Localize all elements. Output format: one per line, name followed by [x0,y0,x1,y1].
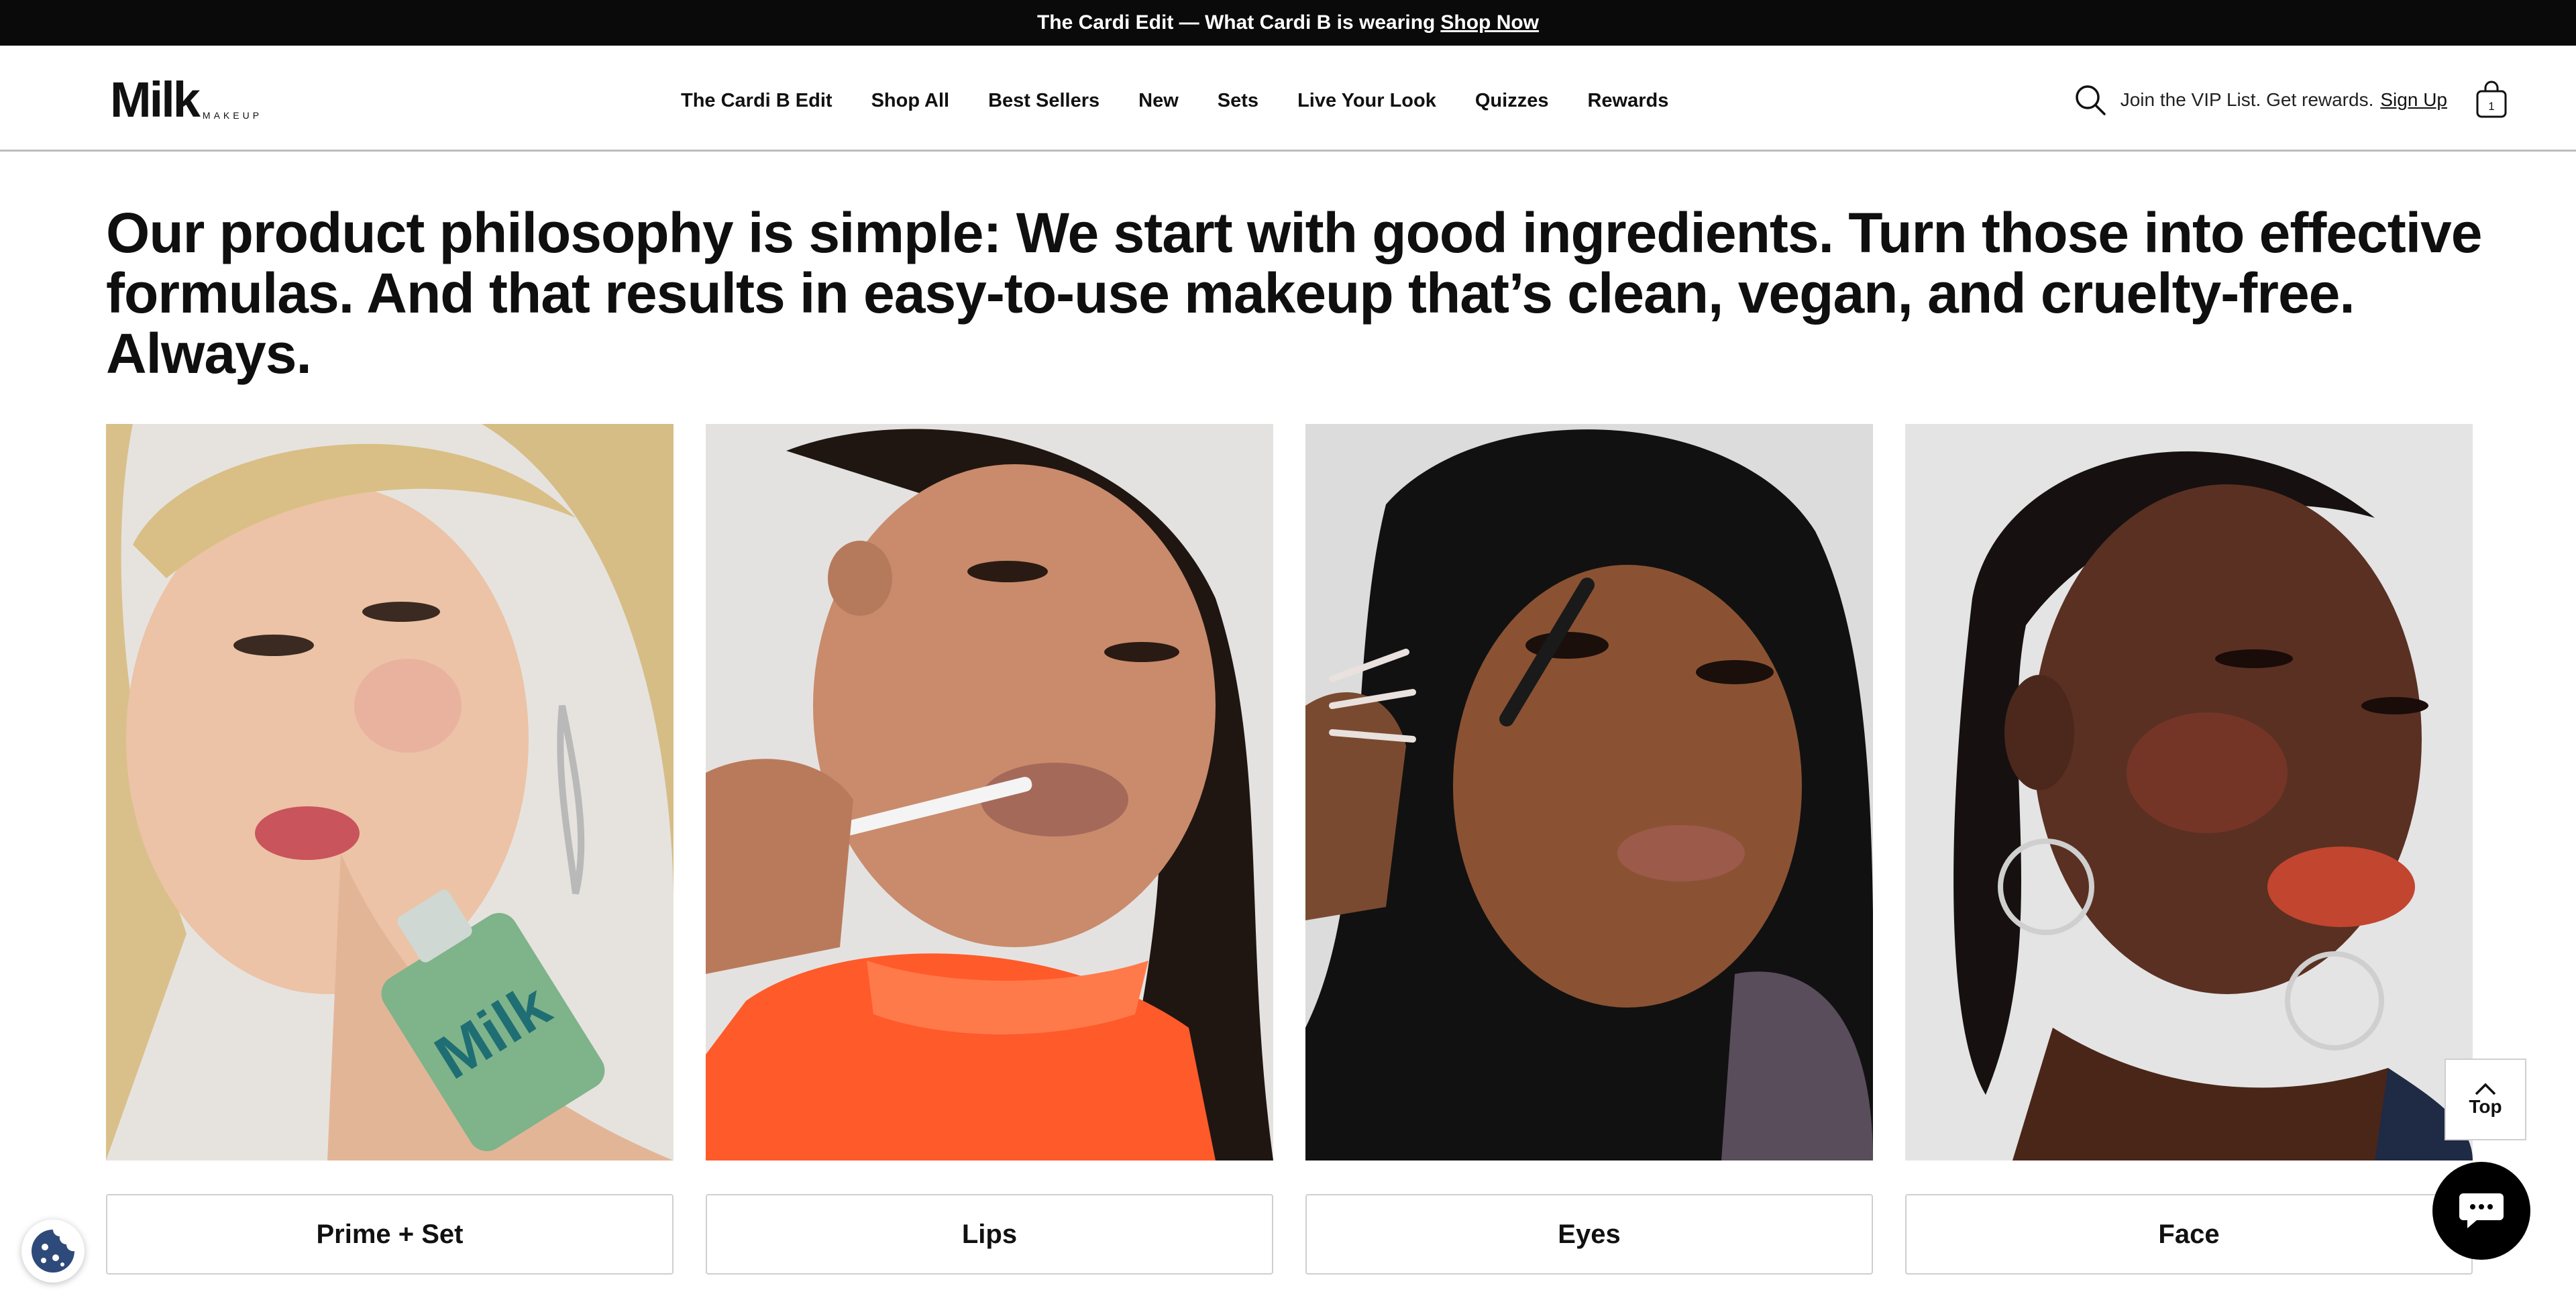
category-tile-lips: Lips [706,424,1273,1275]
nav-item-shop-all[interactable]: Shop All [871,90,950,112]
nav-item-new[interactable]: New [1138,90,1179,112]
header-utilities: Join the VIP List. Get rewards. Sign Up … [2072,80,2509,119]
nav-item-cardi-b-edit[interactable]: The Cardi B Edit [681,90,833,112]
brand-logo[interactable]: Milk MAKEUP [110,75,262,125]
category-button-eyes[interactable]: Eyes [1305,1194,1873,1275]
chat-bubble-icon [2459,1193,2504,1228]
chat-widget-button[interactable] [2432,1162,2530,1260]
category-tile-prime-set: Milk Prime + Set [106,424,674,1275]
philosophy-headline: Our product philosophy is simple: We sta… [106,201,2482,385]
category-photo-prime-set[interactable]: Milk [106,424,674,1160]
announcement-bar: The Cardi Edit — What Cardi B is wearing… [0,0,2576,46]
category-button-lips[interactable]: Lips [706,1194,1273,1275]
category-tile-eyes: Eyes [1305,424,1873,1275]
category-button-face[interactable]: Face [1905,1194,2473,1275]
announcement-text: The Cardi Edit — What Cardi B is wearing [1036,11,1436,34]
nav-item-best-sellers[interactable]: Best Sellers [988,90,1099,112]
cookie-preferences-button[interactable] [21,1220,85,1283]
main-nav: The Cardi B Edit Shop All Best Sellers N… [681,90,1707,112]
brand-logo-wordmark: Milk [110,72,201,127]
nav-item-rewards[interactable]: Rewards [1587,90,1668,112]
back-to-top-label: Top [2469,1096,2502,1117]
shopping-bag-icon[interactable]: 1 [2474,80,2509,119]
nav-item-quizzes[interactable]: Quizzes [1475,90,1549,112]
category-photo-face[interactable] [1905,424,2473,1160]
brand-logo-subtext: MAKEUP [202,110,263,121]
nav-item-sets[interactable]: Sets [1218,90,1258,112]
sign-up-link[interactable]: Sign Up [2380,89,2447,111]
cookie-icon [32,1230,74,1273]
chevron-up-icon [2475,1083,2496,1095]
site-header: Milk MAKEUP The Cardi B Edit Shop All Be… [0,46,2576,152]
back-to-top-button[interactable]: Top [2445,1059,2526,1140]
category-tile-face: Face [1905,424,2473,1275]
category-photo-lips[interactable] [706,424,1273,1160]
category-button-prime-set[interactable]: Prime + Set [106,1194,674,1275]
category-photo-eyes[interactable] [1305,424,1873,1160]
shop-now-link[interactable]: Shop Now [1440,11,1539,34]
nav-item-live-your-look[interactable]: Live Your Look [1297,90,1436,112]
search-icon[interactable] [2072,82,2108,118]
vip-list-text: Join the VIP List. Get rewards. [2120,89,2374,110]
cart-count: 1 [2488,100,2494,113]
